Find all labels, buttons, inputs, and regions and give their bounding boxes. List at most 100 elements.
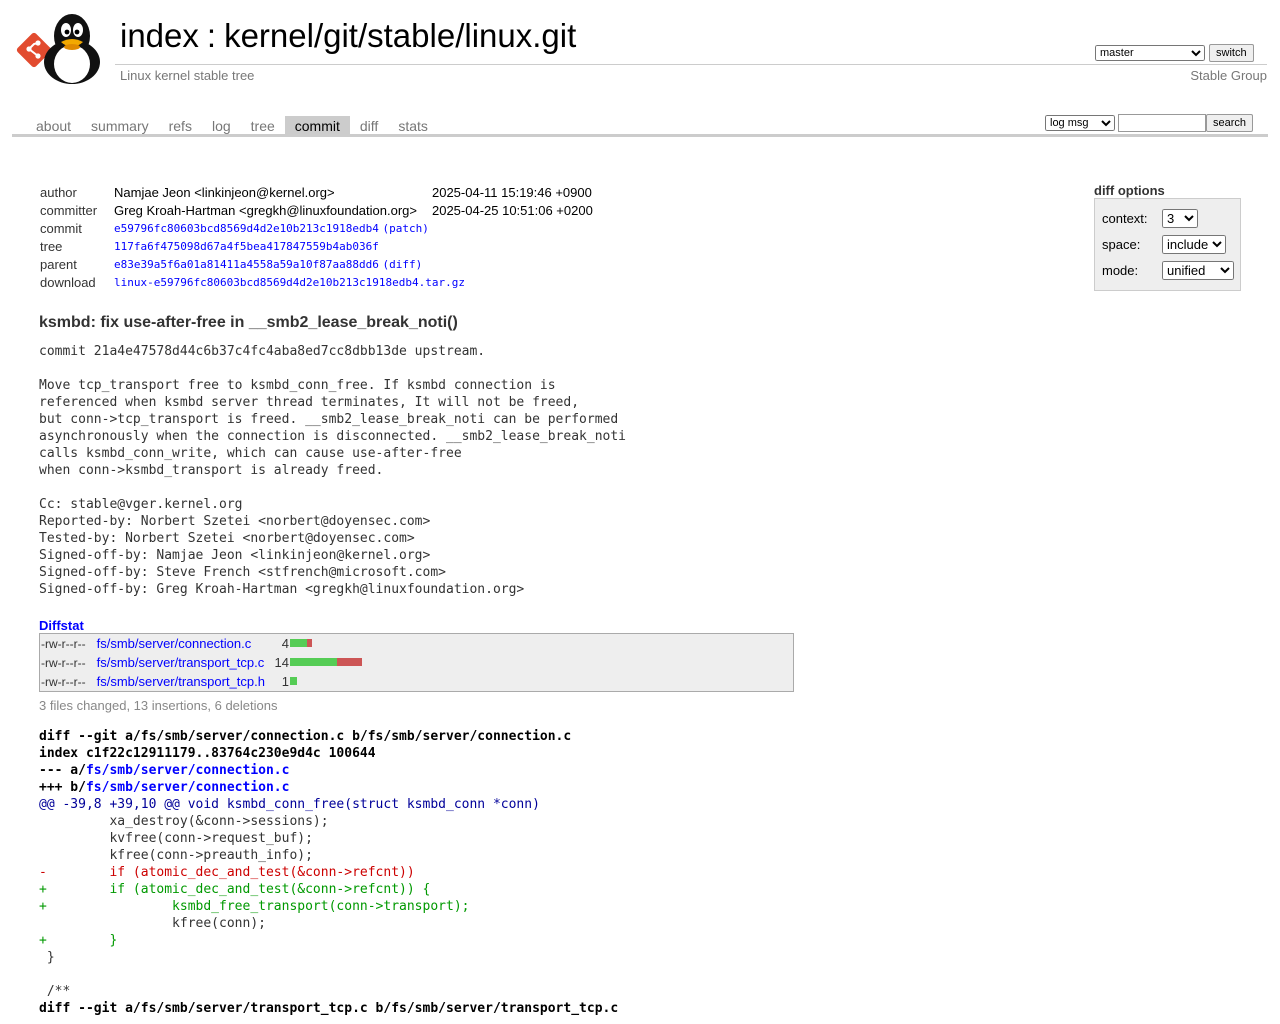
diff-header-line: diff --git a/fs/smb/server/connection.c …: [39, 729, 572, 744]
author-label: author: [40, 185, 77, 201]
change-count: 1: [281, 674, 289, 689]
diff-context-line: xa_destroy(&conn->sessions);: [39, 814, 329, 829]
tree-label: tree: [40, 238, 63, 254]
author-row: author Namjae Jeon <linkinjeon@kernel.or…: [37, 184, 596, 202]
diff-context-line: }: [39, 950, 55, 965]
file-mode: -rw-r--r--: [41, 637, 86, 651]
download-link[interactable]: linux-e59796fc80603bcd8569d4d2e10b213c19…: [114, 276, 465, 289]
tab-refs[interactable]: refs: [159, 116, 202, 135]
commit-subject: ksmbd: fix use-after-free in __smb2_leas…: [39, 314, 458, 331]
page-title: index: kernel/git/stable/linux.git: [120, 17, 576, 55]
tab-divider: [12, 134, 1268, 137]
commit-label: commit: [40, 220, 82, 236]
title-separator: :: [206, 17, 217, 54]
tab-diff[interactable]: diff: [350, 116, 388, 135]
diff-header-line: index c1f22c12911179..83764c230e9d4c 100…: [39, 746, 376, 761]
file-link[interactable]: fs/smb/server/transport_tcp.h: [97, 674, 265, 689]
diffstat-title[interactable]: Diffstat: [39, 618, 84, 633]
tree-row: tree 117fa6f475098d67a4f5bea417847559b4a…: [37, 237, 596, 255]
mode-label: mode:: [1102, 263, 1139, 278]
tree-hash-link[interactable]: 117fa6f475098d67a4f5bea417847559b4ab036f: [114, 240, 379, 253]
file-link[interactable]: fs/smb/server/connection.c: [97, 636, 252, 651]
diff-file-header: --- a/fs/smb/server/connection.c: [39, 762, 618, 779]
change-count: 14: [274, 655, 289, 670]
committer-date: 2025-04-25 10:51:06 +0200: [431, 202, 593, 218]
diffstat-summary: 3 files changed, 13 insertions, 6 deleti…: [39, 698, 278, 713]
parent-diff-link[interactable]: (diff): [383, 258, 423, 271]
diff-options-title: diff options: [1094, 183, 1165, 198]
download-label: download: [40, 274, 96, 290]
deletions-bar: [337, 658, 362, 666]
insertions-bar: [290, 677, 297, 685]
cgit-logo[interactable]: [14, 12, 110, 84]
diffstat-row: -rw-r--r-- fs/smb/server/connection.c 4: [41, 634, 312, 653]
diff-header-line: diff --git a/fs/smb/server/transport_tcp…: [39, 1001, 619, 1016]
mode-select[interactable]: unified: [1162, 261, 1234, 280]
diff-added-line: + if (atomic_dec_and_test(&conn->refcnt)…: [39, 882, 431, 897]
switch-button[interactable]: switch: [1209, 44, 1254, 62]
tab-bar: about summary refs log tree commit diff stats: [26, 116, 438, 135]
tab-log[interactable]: log: [202, 116, 241, 135]
committer-label: committer: [40, 202, 98, 218]
search-scope-select[interactable]: log msg: [1045, 115, 1115, 131]
diff-added-line: + }: [39, 933, 118, 948]
cgit-penguin-logo-icon: [16, 14, 100, 84]
change-bar: [290, 658, 362, 666]
diff-file-prefix: --- a/: [39, 763, 86, 778]
insertions-bar: [290, 658, 337, 666]
author-value: Namjae Jeon <linkinjeon@kernel.org>: [114, 185, 335, 201]
commit-hash-link[interactable]: e59796fc80603bcd8569d4d2e10b213c1918edb4: [114, 222, 379, 235]
download-row: download linux-e59796fc80603bcd8569d4d2e…: [37, 273, 596, 291]
repo-link[interactable]: kernel/git/stable/linux.git: [224, 17, 576, 54]
file-mode: -rw-r--r--: [41, 675, 86, 689]
diffstat-row: -rw-r--r-- fs/smb/server/transport_tcp.c…: [41, 653, 362, 672]
tab-stats[interactable]: stats: [388, 116, 438, 135]
diff-file-header: +++ b/fs/smb/server/connection.c: [39, 779, 618, 796]
parent-hash-link[interactable]: e83e39a5f6a01a81411a4558a59a10f87aa88dd6: [114, 258, 379, 271]
diffstat-row: -rw-r--r-- fs/smb/server/transport_tcp.h…: [41, 672, 297, 691]
repo-description: Linux kernel stable tree: [120, 68, 255, 83]
branch-select[interactable]: master: [1095, 45, 1205, 61]
tab-summary[interactable]: summary: [81, 116, 159, 135]
diff-hunk-header: @@ -39,8 +39,10 @@ void ksmbd_conn_free(…: [39, 797, 540, 812]
diff-context-line: kvfree(conn->request_buf);: [39, 831, 313, 846]
diff-context-line: [39, 966, 618, 983]
diff-view: diff --git a/fs/smb/server/connection.c …: [39, 728, 618, 1017]
diff-options-panel: context: 3 space: include mode: unified: [1094, 198, 1241, 291]
space-label: space:: [1102, 237, 1141, 252]
context-label: context:: [1102, 211, 1148, 226]
commit-row: commit e59796fc80603bcd8569d4d2e10b213c1…: [37, 219, 596, 237]
diff-file-link[interactable]: fs/smb/server/connection.c: [86, 780, 290, 795]
tab-tree[interactable]: tree: [241, 116, 285, 135]
committer-value: Greg Kroah-Hartman <gregkh@linuxfoundati…: [114, 202, 417, 218]
file-mode: -rw-r--r--: [41, 656, 86, 670]
insertions-bar: [290, 639, 307, 647]
diffstat-table: -rw-r--r-- fs/smb/server/connection.c 4 …: [39, 633, 794, 692]
index-link[interactable]: index: [120, 17, 199, 54]
change-count: 4: [281, 636, 289, 651]
diff-file-prefix: +++ b/: [39, 780, 86, 795]
change-bar: [290, 677, 297, 685]
patch-link[interactable]: (patch): [383, 222, 429, 235]
search-button[interactable]: search: [1206, 114, 1254, 132]
deletions-bar: [307, 639, 312, 647]
tab-about[interactable]: about: [26, 116, 81, 135]
search-input[interactable]: [1118, 114, 1206, 132]
commit-message: commit 21a4e47578d44c6b37c4fc4aba8ed7cc8…: [39, 344, 626, 597]
diff-file-link[interactable]: fs/smb/server/connection.c: [86, 763, 290, 778]
diff-added-line: + ksmbd_free_transport(conn->transport);: [39, 899, 470, 914]
author-date: 2025-04-11 15:19:46 +0900: [431, 185, 592, 201]
header-divider: [115, 64, 1267, 65]
parent-row: parent e83e39a5f6a01a81411a4558a59a10f87…: [37, 255, 596, 273]
context-select[interactable]: 3: [1162, 209, 1198, 228]
committer-row: committer Greg Kroah-Hartman <gregkh@lin…: [37, 202, 596, 220]
diff-context-line: /**: [39, 984, 71, 999]
file-link[interactable]: fs/smb/server/transport_tcp.c: [97, 655, 265, 670]
diff-context-line: kfree(conn->preauth_info);: [39, 848, 313, 863]
space-select[interactable]: include: [1162, 235, 1226, 254]
diff-context-line: kfree(conn);: [39, 916, 266, 931]
repo-owner: Stable Group: [1190, 68, 1267, 83]
diff-removed-line: - if (atomic_dec_and_test(&conn->refcnt)…: [39, 865, 415, 880]
tab-commit[interactable]: commit: [284, 116, 350, 135]
parent-label: parent: [40, 256, 77, 272]
